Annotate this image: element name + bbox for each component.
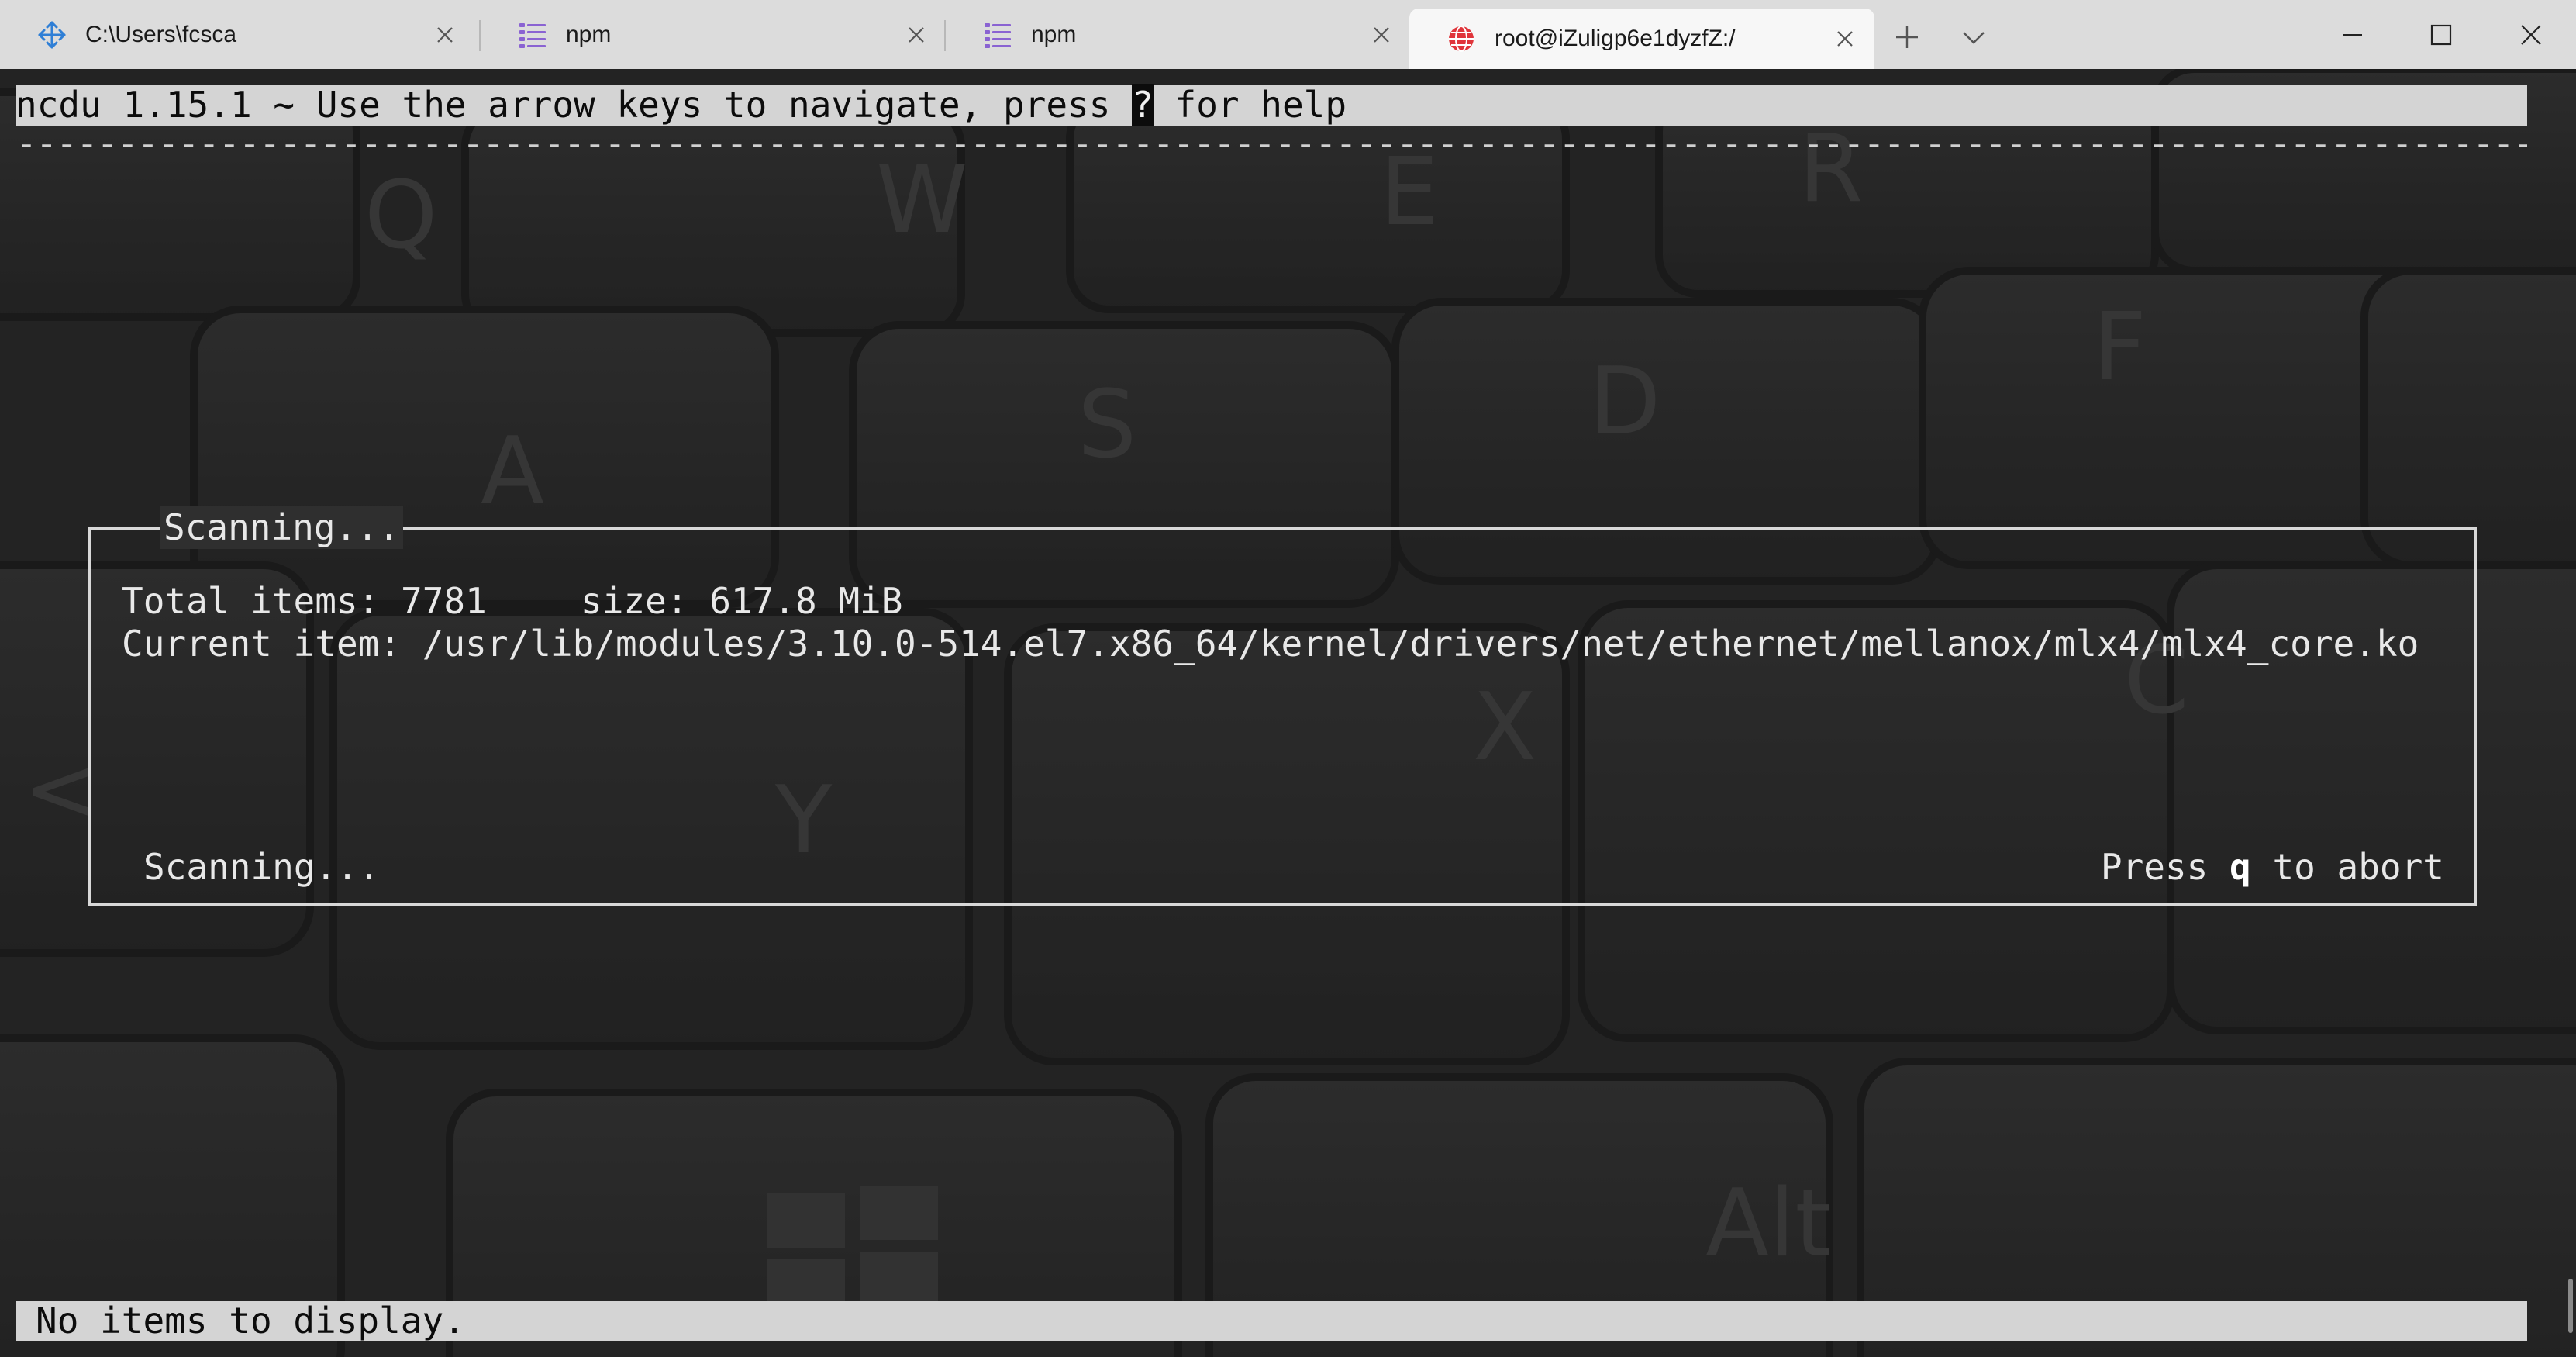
close-window-button[interactable] (2485, 0, 2576, 69)
header-text-before: ncdu 1.15.1 ~ Use the arrow keys to navi… (16, 84, 1133, 126)
close-icon (2520, 24, 2541, 45)
list-icon (515, 17, 550, 53)
close-tab-icon[interactable] (429, 19, 460, 50)
total-items-line: Total items: 7781 (122, 579, 487, 623)
tab-label: npm (1031, 21, 1077, 47)
dialog-title: Scanning... (160, 506, 403, 549)
tab-root-ssh[interactable]: root@iZuligp6e1dyzfZ:/ (1409, 9, 1874, 69)
tab-label: C:\Users\fcsca (85, 21, 237, 47)
maximize-icon (2430, 24, 2452, 45)
ncdu-header-bar: ncdu 1.15.1 ~ Use the arrow keys to navi… (16, 83, 2527, 126)
status-text: No items to display. (36, 1300, 465, 1341)
current-item-label: Current item: (122, 623, 402, 665)
terminal-scrollbar[interactable] (2568, 1279, 2573, 1333)
globe-icon (1443, 21, 1479, 57)
help-key-highlight: ? (1132, 84, 1154, 126)
abort-key: q (2229, 846, 2251, 888)
close-tab-icon[interactable] (901, 19, 932, 50)
new-tab-button[interactable] (1885, 16, 1929, 59)
scanning-dialog: Scanning... Total items: 7781 size: 617.… (88, 506, 2477, 906)
tab-label: root@iZuligp6e1dyzfZ:/ (1495, 26, 1736, 51)
tab-label: npm (566, 21, 612, 47)
tab-npm-2[interactable]: npm (946, 0, 1411, 69)
size-line: size: 617.8 MiB (581, 579, 902, 623)
abort-hint-suffix: to abort (2250, 846, 2444, 888)
tab-npm-1[interactable]: npm (481, 0, 946, 69)
current-item-path: /usr/lib/modules/3.10.0-514.el7.x86_64/k… (422, 623, 2419, 665)
scanning-status: Scanning... (143, 846, 380, 888)
plus-icon (1896, 26, 1918, 48)
size-value: 617.8 MiB (709, 580, 903, 622)
tab-dropdown-button[interactable] (1952, 16, 1995, 59)
total-items-label: Total items: (122, 580, 380, 622)
close-tab-icon[interactable] (1366, 19, 1397, 50)
header-text-after: for help (1153, 84, 1347, 126)
current-item-line: Current item: /usr/lib/modules/3.10.0-51… (122, 622, 2419, 665)
minimize-icon (2343, 33, 2362, 36)
tab-users-fcsca[interactable]: C:\Users\fcsca (0, 0, 474, 69)
chevron-down-icon (1963, 32, 1985, 44)
minimize-button[interactable] (2309, 0, 2397, 69)
abort-hint: Press q to abort (2101, 845, 2444, 889)
header-text: ncdu 1.15.1 ~ Use the arrow keys to navi… (16, 83, 1347, 126)
tab-bar: C:\Users\fcsca npm npm root@iZuligp6e1dy… (0, 0, 2576, 69)
total-items-value: 7781 (401, 580, 487, 622)
close-tab-icon[interactable] (1829, 23, 1860, 54)
terminal-pane[interactable]: Q W E R A S D F Y X C Alt < ncdu 1.15.1 … (0, 69, 2576, 1357)
list-icon (980, 17, 1016, 53)
move-arrows-icon (34, 17, 70, 53)
size-label: size: (581, 580, 688, 622)
ncdu-status-bar: No items to display. (16, 1300, 2527, 1341)
header-divider: ----------------------------------------… (16, 128, 2527, 159)
maximize-button[interactable] (2397, 0, 2485, 69)
abort-hint-prefix: Press (2100, 846, 2230, 888)
